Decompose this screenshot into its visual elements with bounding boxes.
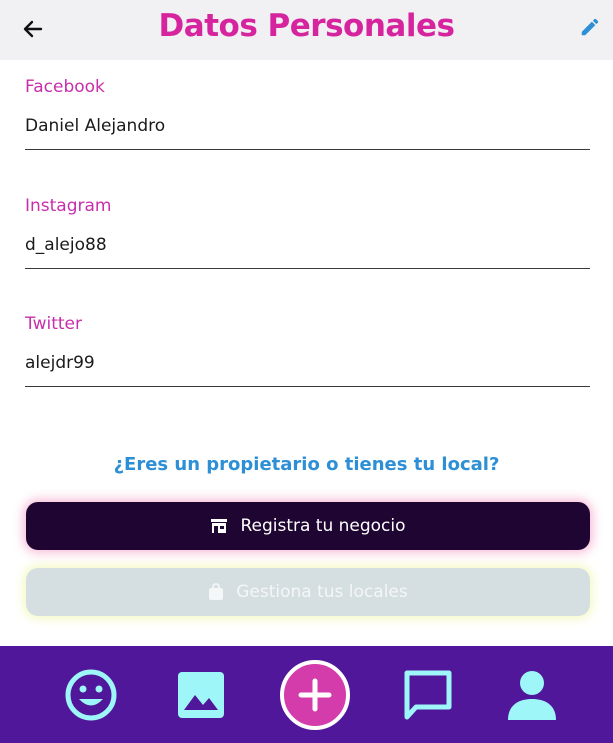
- twitter-field: Twitter alejdr99: [25, 313, 590, 387]
- edit-button[interactable]: [577, 14, 603, 40]
- instagram-input[interactable]: d_alejo88: [25, 231, 590, 259]
- chat-icon: [404, 670, 452, 719]
- page-title: Datos Personales: [158, 8, 455, 44]
- app-header: Datos Personales: [0, 0, 613, 60]
- instagram-field: Instagram d_alejo88: [25, 195, 590, 269]
- register-business-button[interactable]: Registra tu negocio: [26, 502, 590, 550]
- nav-add-button[interactable]: [275, 646, 355, 743]
- nav-chat-button[interactable]: [388, 646, 468, 743]
- pencil-icon: [581, 18, 599, 36]
- nav-gallery-button[interactable]: [161, 646, 241, 743]
- twitter-underline: [25, 386, 590, 387]
- nav-smiley-button[interactable]: [51, 646, 131, 743]
- instagram-label: Instagram: [25, 196, 112, 216]
- store-icon: [210, 518, 228, 534]
- twitter-input[interactable]: alejdr99: [25, 349, 590, 377]
- person-icon: [508, 670, 556, 720]
- smiley-icon: [65, 669, 117, 720]
- image-icon: [178, 671, 224, 718]
- owner-question-link[interactable]: ¿Eres un propietario o tienes tu local?: [0, 452, 613, 478]
- facebook-label: Facebook: [25, 77, 105, 97]
- facebook-underline: [25, 149, 590, 150]
- register-business-label: Registra tu negocio: [240, 516, 406, 536]
- instagram-underline: [25, 268, 590, 269]
- add-circle-icon: [280, 659, 350, 730]
- bottom-navigation: [0, 646, 613, 743]
- manage-locales-button[interactable]: Gestiona tus locales: [26, 568, 590, 616]
- manage-locales-label: Gestiona tus locales: [236, 582, 408, 602]
- facebook-input[interactable]: Daniel Alejandro: [25, 112, 590, 140]
- facebook-field: Facebook Daniel Alejandro: [25, 76, 590, 150]
- twitter-label: Twitter: [25, 314, 82, 334]
- nav-profile-button[interactable]: [492, 646, 572, 743]
- shopping-bag-icon: [208, 583, 224, 601]
